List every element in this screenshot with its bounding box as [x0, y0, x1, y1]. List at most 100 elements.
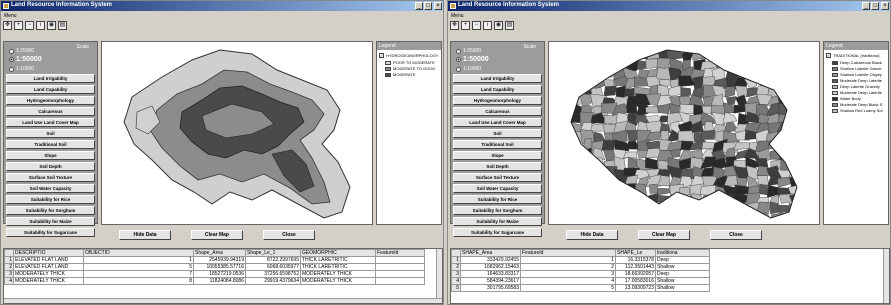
soil-polygon[interactable]	[790, 149, 806, 161]
layer-button-land-use-land-cover-map[interactable]: Land Use Land Cover Map	[6, 118, 95, 127]
soil-polygon[interactable]	[777, 84, 794, 96]
table-cell[interactable]: 4	[520, 277, 616, 285]
map-canvas[interactable]	[549, 42, 819, 224]
soil-polygon[interactable]	[590, 202, 605, 215]
soil-polygon[interactable]	[814, 85, 819, 98]
soil-polygon[interactable]	[780, 75, 795, 89]
column-header[interactable]: FeatureId	[520, 249, 616, 257]
layer-button-land-capability[interactable]: Land Capability	[6, 85, 95, 94]
soil-polygon[interactable]	[626, 49, 638, 64]
soil-polygon[interactable]	[801, 203, 814, 214]
soil-polygon[interactable]	[549, 158, 561, 169]
soil-polygon[interactable]	[777, 59, 794, 69]
soil-polygon[interactable]	[714, 213, 724, 223]
soil-polygon[interactable]	[768, 67, 783, 82]
soil-polygon[interactable]	[810, 68, 819, 79]
soil-polygon[interactable]	[800, 158, 814, 170]
soil-polygon[interactable]	[561, 113, 569, 124]
soil-polygon[interactable]	[778, 113, 796, 125]
soil-polygon[interactable]	[813, 176, 819, 189]
soil-polygon[interactable]	[767, 223, 781, 224]
soil-polygon[interactable]	[581, 70, 595, 80]
soil-polygon[interactable]	[645, 157, 659, 170]
soil-polygon[interactable]	[591, 222, 607, 224]
hide-data-button[interactable]: Hide Data	[119, 230, 171, 240]
soil-polygon[interactable]	[561, 157, 573, 171]
print-icon[interactable]: ▤	[58, 21, 67, 30]
pan-icon[interactable]: ✥	[450, 21, 459, 30]
menu-item[interactable]: Menu	[4, 13, 17, 19]
table-row[interactable]: 4 584394.23617 4 17.00583016 Shallow	[451, 277, 710, 285]
soil-polygon[interactable]	[614, 193, 630, 208]
soil-polygon[interactable]	[571, 176, 585, 189]
layer-button-calcareous[interactable]: Calcareous	[6, 107, 95, 116]
layer-button-soil[interactable]: Soil	[453, 129, 542, 138]
soil-polygon[interactable]	[701, 42, 717, 51]
soil-polygon[interactable]	[810, 96, 819, 106]
table-cell[interactable]: Deep	[655, 270, 710, 278]
soil-polygon[interactable]	[812, 168, 819, 179]
soil-polygon[interactable]	[557, 184, 573, 196]
soil-polygon[interactable]	[801, 42, 815, 52]
soil-polygon[interactable]	[558, 49, 572, 63]
scale-option-10000[interactable]: 1:10000	[9, 66, 34, 72]
soil-polygon[interactable]	[713, 192, 729, 207]
soil-polygon[interactable]	[549, 96, 560, 104]
soil-polygon[interactable]	[560, 148, 574, 161]
globe-icon[interactable]: ◉	[47, 21, 56, 30]
soil-polygon[interactable]	[712, 201, 727, 213]
soil-polygon[interactable]	[733, 194, 749, 208]
soil-polygon[interactable]	[811, 104, 819, 115]
layer-button-slope[interactable]: Slope	[6, 151, 95, 160]
table-cell[interactable]: Deep	[655, 256, 710, 264]
soil-polygon[interactable]	[645, 58, 659, 70]
soil-polygon[interactable]	[679, 214, 693, 222]
soil-polygon[interactable]	[647, 223, 659, 224]
table-cell[interactable]: 10055385.57716	[193, 263, 246, 271]
soil-polygon[interactable]	[678, 44, 691, 50]
table-cell[interactable]: Shallow	[655, 263, 710, 271]
soil-polygon[interactable]	[549, 42, 561, 54]
soil-polygon[interactable]	[551, 113, 561, 126]
soil-polygon[interactable]	[691, 221, 704, 224]
soil-polygon[interactable]	[589, 175, 606, 189]
soil-polygon[interactable]	[678, 204, 692, 216]
soil-polygon[interactable]	[601, 194, 620, 205]
table-cell[interactable]: 1	[520, 256, 616, 264]
soil-polygon[interactable]	[680, 87, 691, 97]
soil-polygon[interactable]	[759, 51, 768, 60]
soil-polygon[interactable]	[549, 122, 564, 133]
identify-icon[interactable]: i	[483, 21, 492, 30]
table-cell[interactable]: MODERATELY THICK	[13, 277, 84, 285]
soil-polygon[interactable]	[614, 42, 629, 52]
table-cell[interactable]: Shallow	[655, 284, 710, 292]
table-cell[interactable]: THICK LARETRITIC	[300, 256, 376, 264]
table-cell[interactable]	[375, 277, 425, 285]
soil-polygon[interactable]	[549, 220, 562, 224]
table-cell[interactable]: 1682962.15463	[460, 263, 521, 271]
soil-polygon[interactable]	[746, 221, 760, 224]
soil-polygon[interactable]	[571, 184, 582, 197]
table-cell[interactable]: THICK LARETRITIC	[300, 263, 376, 271]
soil-polygon[interactable]	[562, 58, 570, 68]
layer-button-traditional-soil[interactable]: Traditional Soil	[453, 140, 542, 149]
table-cell[interactable]: 29919.4379634	[245, 277, 301, 285]
soil-polygon[interactable]	[800, 195, 812, 207]
soil-polygon[interactable]	[569, 166, 583, 179]
attribute-table[interactable]: DESCRIPTIO OBJECTID Shape_Area Shape_Le_1 GE…	[3, 248, 443, 304]
soil-polygon[interactable]	[778, 138, 792, 151]
horizontal-scrollbar[interactable]	[4, 298, 442, 303]
vertical-scrollbar[interactable]	[436, 249, 442, 303]
identify-icon[interactable]: i	[36, 21, 45, 30]
soil-polygon[interactable]	[789, 157, 805, 171]
soil-polygon[interactable]	[601, 187, 617, 196]
soil-polygon[interactable]	[812, 113, 819, 122]
table-cell[interactable]: MODERATELY THICK	[300, 270, 376, 278]
layer-button-calcareous[interactable]: Calcareous	[453, 107, 542, 116]
soil-polygon[interactable]	[601, 60, 616, 70]
soil-polygon[interactable]	[767, 59, 782, 69]
soil-polygon[interactable]	[734, 42, 748, 53]
soil-polygon[interactable]	[571, 193, 581, 208]
soil-polygon[interactable]	[549, 213, 564, 223]
soil-polygon[interactable]	[810, 193, 819, 205]
